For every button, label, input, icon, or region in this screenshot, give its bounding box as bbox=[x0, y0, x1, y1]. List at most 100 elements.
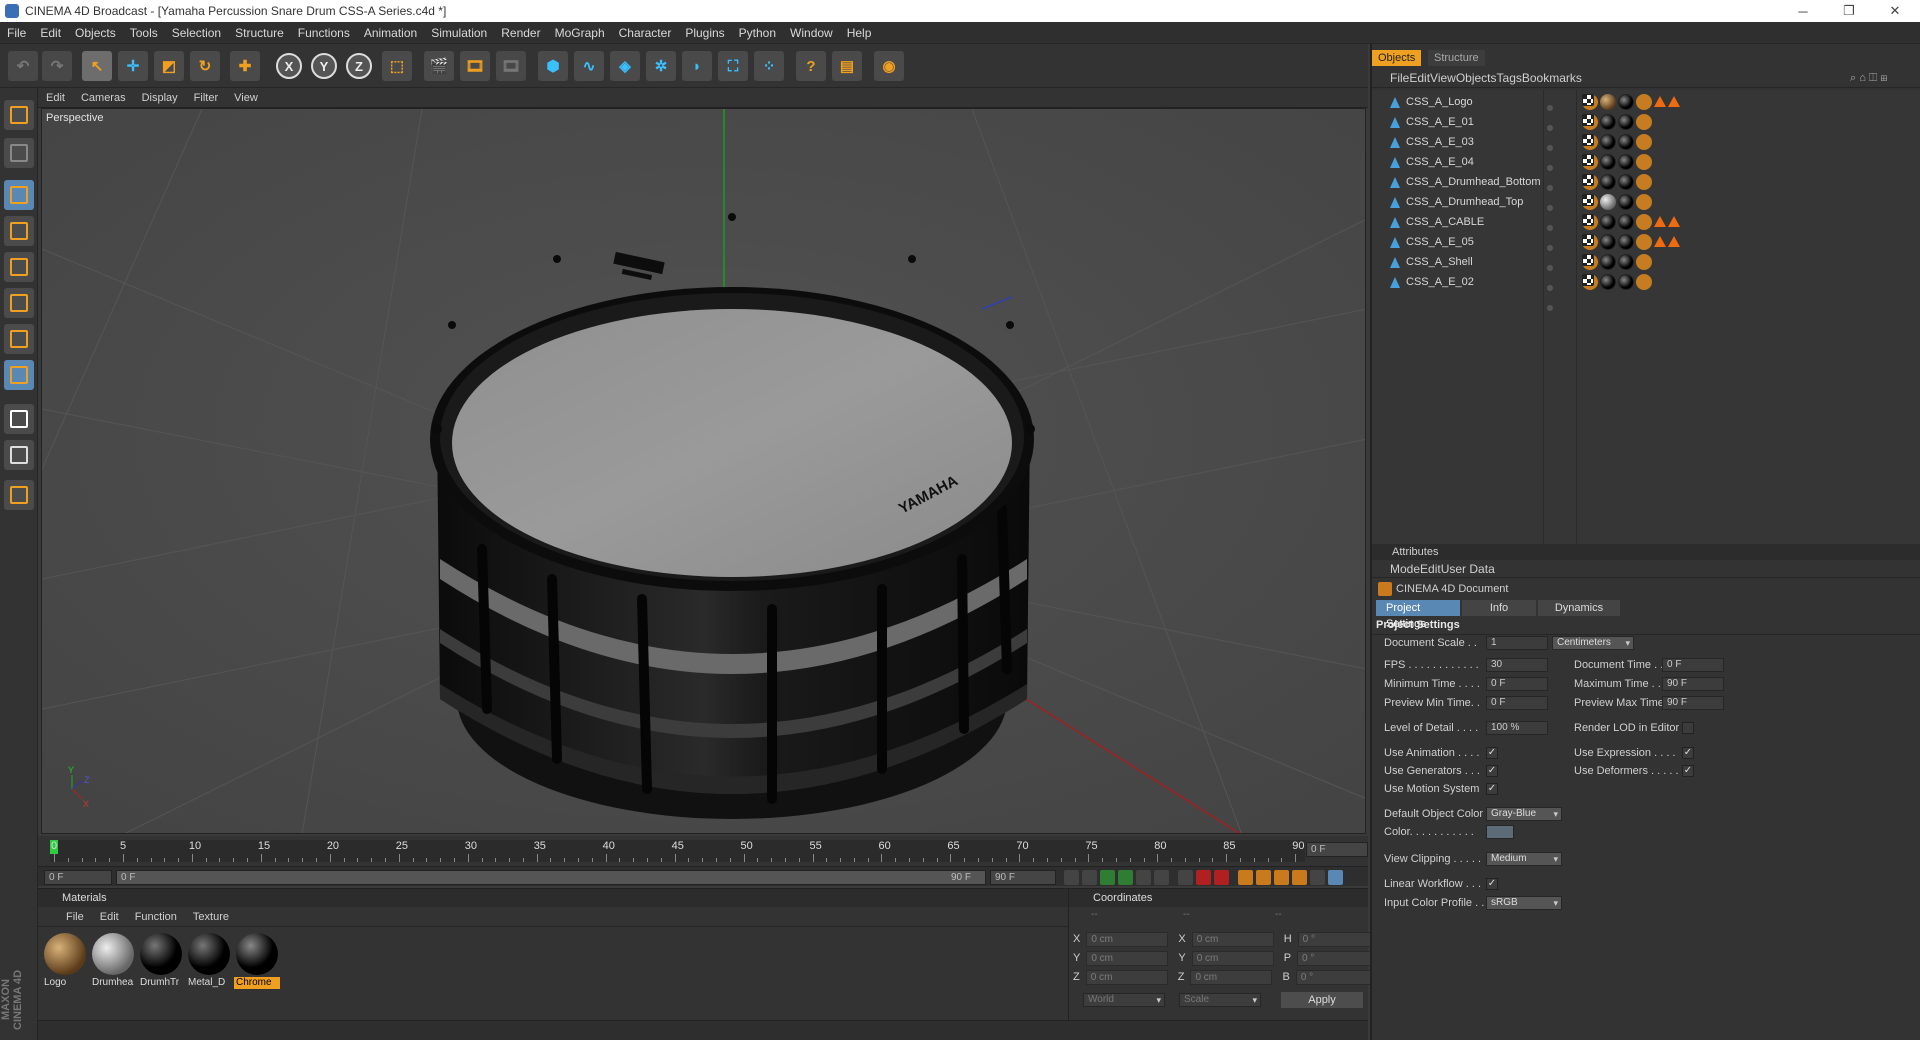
menu-item-12[interactable]: Plugins bbox=[678, 26, 731, 40]
close-button[interactable]: ✕ bbox=[1872, 0, 1918, 22]
objects-menu-item-1[interactable]: Edit bbox=[1409, 71, 1430, 85]
previous-key-icon[interactable] bbox=[1082, 870, 1097, 885]
object-row[interactable]: CSS_A_E_01 bbox=[1372, 112, 1920, 151]
visibility-dots[interactable] bbox=[1547, 138, 1561, 171]
visibility-dots[interactable] bbox=[1547, 258, 1561, 291]
auto-key-icon[interactable] bbox=[1196, 870, 1211, 885]
move-tool-icon[interactable]: ✛ bbox=[118, 51, 148, 81]
current-frame-field[interactable]: 0 F bbox=[1306, 842, 1368, 857]
xpresso-tag-icon[interactable] bbox=[1636, 94, 1652, 110]
materials-menu-item-1[interactable]: Edit bbox=[92, 911, 127, 923]
use-animation-checkbox[interactable]: ✓ bbox=[1486, 747, 1498, 759]
menu-item-5[interactable]: Structure bbox=[228, 26, 291, 40]
checkerboard-icon[interactable] bbox=[4, 404, 34, 434]
view-clipping-dropdown[interactable]: Medium bbox=[1486, 852, 1562, 866]
xpresso-tag-icon[interactable] bbox=[1636, 274, 1652, 290]
xpresso-tag-icon[interactable] bbox=[1636, 114, 1652, 130]
x-axis-lock[interactable]: X bbox=[276, 53, 302, 79]
texture-tag-icon[interactable] bbox=[1582, 114, 1594, 126]
objects-menu-item-4[interactable]: Tags bbox=[1497, 71, 1522, 85]
objects-menu-item-5[interactable]: Bookmarks bbox=[1522, 71, 1582, 85]
material-tag-icon[interactable] bbox=[1600, 234, 1616, 250]
input-profile-dropdown[interactable]: sRGB bbox=[1486, 896, 1562, 910]
tab-project-settings[interactable]: Project Settings bbox=[1376, 600, 1460, 630]
viewport-perspective[interactable]: YAMAHA Y Z X Perspective bbox=[41, 108, 1366, 834]
material-tag-icon[interactable] bbox=[1618, 254, 1634, 270]
key-rotation-icon[interactable] bbox=[1274, 870, 1289, 885]
menu-item-0[interactable]: File bbox=[0, 26, 33, 40]
timeline-layout-icon[interactable] bbox=[1328, 870, 1343, 885]
coord-mode-dropdown[interactable]: Scale bbox=[1179, 993, 1261, 1007]
materials-menu-item-3[interactable]: Texture bbox=[185, 911, 237, 923]
material-tag-icon[interactable] bbox=[1618, 94, 1634, 110]
xpresso-tag-icon[interactable] bbox=[1636, 194, 1652, 210]
materials-menu-item-2[interactable]: Function bbox=[127, 911, 185, 923]
object-name[interactable]: CSS_A_Logo bbox=[1406, 92, 1473, 112]
start-frame-field[interactable]: 0 F bbox=[44, 870, 112, 885]
material-tag-icon[interactable] bbox=[1618, 274, 1634, 290]
live-select-icon[interactable]: ✚ bbox=[230, 51, 260, 81]
polygons-mode-icon[interactable] bbox=[4, 324, 34, 354]
object-name[interactable]: CSS_A_E_01 bbox=[1406, 112, 1474, 132]
material-drumhead-tr[interactable]: DrumhTr bbox=[138, 931, 184, 988]
snap-icon[interactable] bbox=[4, 480, 34, 510]
help-globe-icon[interactable]: ◉ bbox=[874, 51, 904, 81]
tab-structure[interactable]: Structure bbox=[1428, 50, 1485, 66]
material-drumhead[interactable]: Drumhea bbox=[90, 931, 136, 988]
visibility-dots[interactable] bbox=[1547, 278, 1561, 311]
y-axis-lock[interactable]: Y bbox=[311, 53, 337, 79]
rot-h-field[interactable]: 0 ° bbox=[1297, 931, 1380, 947]
end-frame-field[interactable]: 90 F bbox=[990, 870, 1056, 885]
menu-item-3[interactable]: Tools bbox=[123, 26, 165, 40]
document-time-field[interactable]: 0 F bbox=[1662, 658, 1724, 672]
fps-field[interactable]: 30 bbox=[1486, 658, 1548, 672]
pos-y-field[interactable]: 0 cm bbox=[1086, 950, 1169, 966]
menu-item-2[interactable]: Objects bbox=[68, 26, 123, 40]
texture-tag-icon[interactable] bbox=[1582, 274, 1594, 286]
object-row[interactable]: CSS_A_Drumhead_Top bbox=[1372, 192, 1920, 231]
material-tag-icon[interactable] bbox=[1618, 134, 1634, 150]
render-lod-checkbox[interactable] bbox=[1682, 722, 1694, 734]
object-name[interactable]: CSS_A_Drumhead_Top bbox=[1406, 192, 1523, 212]
menu-item-1[interactable]: Edit bbox=[33, 26, 68, 40]
rot-p-field[interactable]: 0 ° bbox=[1297, 950, 1380, 966]
material-tag-icon[interactable] bbox=[1618, 154, 1634, 170]
scene-icon[interactable]: ⛶ bbox=[718, 51, 748, 81]
object-row[interactable]: CSS_A_E_03 bbox=[1372, 132, 1920, 171]
texture-tag-icon[interactable] bbox=[1582, 194, 1594, 206]
menu-item-13[interactable]: Python bbox=[732, 26, 783, 40]
viewport-menu-item-0[interactable]: Edit bbox=[38, 92, 73, 104]
visibility-dots[interactable] bbox=[1547, 178, 1561, 211]
maximize-button[interactable]: ❐ bbox=[1826, 0, 1872, 22]
attributes-menu-item-0[interactable]: Mode bbox=[1390, 562, 1420, 576]
cube-icon[interactable]: ⬢ bbox=[538, 51, 568, 81]
rot-b-field[interactable]: 0 ° bbox=[1295, 969, 1378, 985]
texture-tag-icon[interactable] bbox=[1582, 134, 1594, 146]
coord-space-dropdown[interactable]: World bbox=[1083, 993, 1165, 1007]
warning-tag-icon[interactable] bbox=[1668, 236, 1680, 247]
object-name[interactable]: CSS_A_Shell bbox=[1406, 252, 1473, 272]
attributes-menu-item-1[interactable]: Edit bbox=[1420, 562, 1441, 576]
key-position-icon[interactable] bbox=[1238, 870, 1253, 885]
visibility-dots[interactable] bbox=[1547, 118, 1561, 151]
viewport-menu-item-3[interactable]: Filter bbox=[186, 92, 226, 104]
document-scale-field[interactable]: 1 bbox=[1486, 636, 1548, 650]
object-name[interactable]: CSS_A_E_04 bbox=[1406, 152, 1474, 172]
use-motion-checkbox[interactable]: ✓ bbox=[1486, 783, 1498, 795]
use-generators-checkbox[interactable]: ✓ bbox=[1486, 765, 1498, 777]
texture-tag-icon[interactable] bbox=[1582, 234, 1594, 246]
object-row[interactable]: CSS_A_Shell bbox=[1372, 252, 1920, 291]
nurbs-icon[interactable]: ◈ bbox=[610, 51, 640, 81]
render-picture-viewer-icon[interactable]: 🎞 bbox=[460, 51, 490, 81]
tab-info[interactable]: Info bbox=[1462, 600, 1536, 616]
undo-icon[interactable]: ↶ bbox=[8, 51, 38, 81]
warning-tag-icon[interactable] bbox=[1668, 216, 1680, 227]
menu-item-8[interactable]: Simulation bbox=[424, 26, 494, 40]
visibility-dots[interactable] bbox=[1547, 198, 1561, 231]
key-help-icon[interactable] bbox=[1214, 870, 1229, 885]
attributes-menu-item-2[interactable]: User Data bbox=[1441, 562, 1495, 576]
minimize-button[interactable]: ─ bbox=[1780, 0, 1826, 22]
object-row[interactable]: CSS_A_E_05 bbox=[1372, 232, 1920, 271]
warning-tag-icon[interactable] bbox=[1654, 236, 1666, 247]
material-tag-icon[interactable] bbox=[1618, 174, 1634, 190]
